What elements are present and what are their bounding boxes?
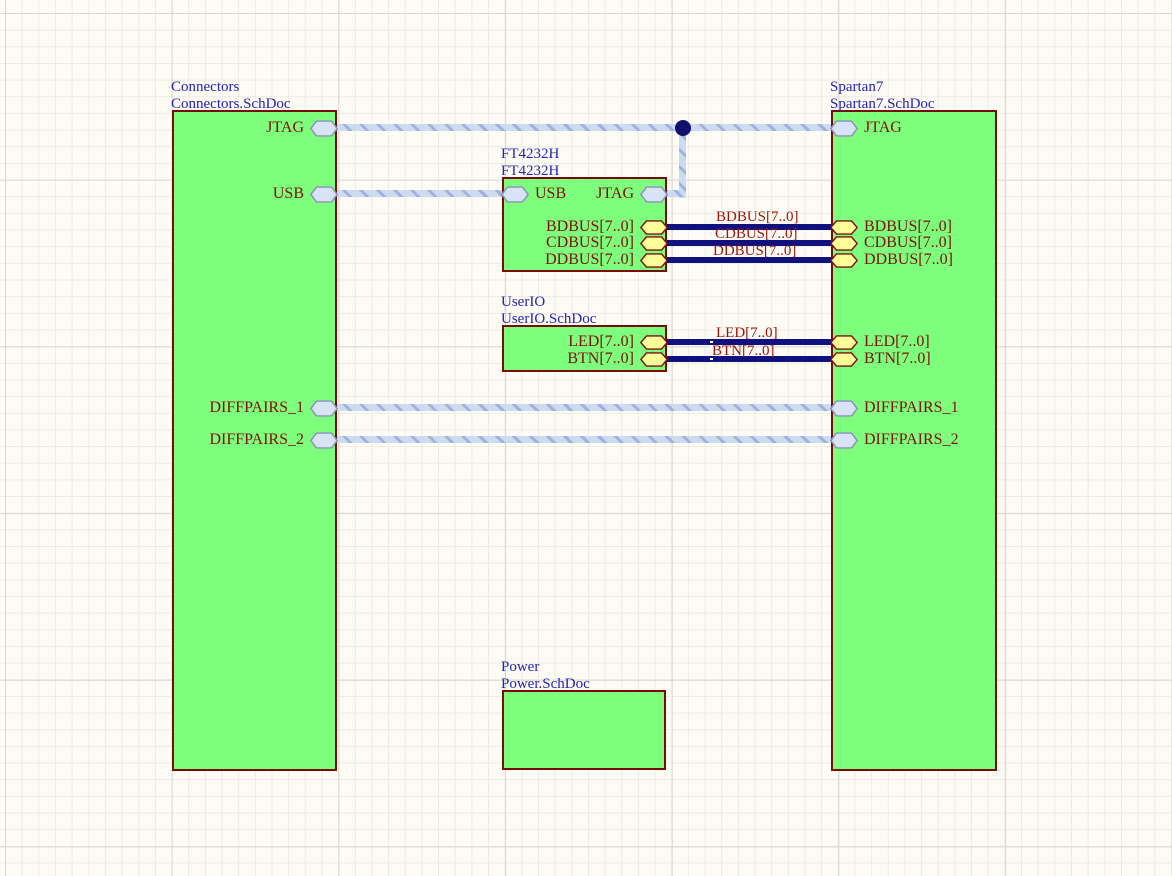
sheet-entry-shape-icon <box>830 120 858 137</box>
harness-usb[interactable] <box>336 190 502 197</box>
sheet-entry-label-jtag: JTAG <box>266 118 304 138</box>
sheet-entry-usb[interactable] <box>310 186 338 203</box>
sheet-entry-label-btn-7-0: BTN[7..0] <box>864 349 931 369</box>
sheet-entry-ddbus-7-0[interactable] <box>830 253 858 268</box>
sheet-entry-jtag[interactable] <box>830 120 858 137</box>
sheet-title-userio[interactable]: UserIOUserIO.SchDoc <box>501 294 596 327</box>
sheet-filename-text[interactable]: Power.SchDoc <box>501 676 590 693</box>
harness-jtag-main[interactable] <box>336 124 831 131</box>
sheet-entry-shape-icon <box>830 220 858 235</box>
sheet-entry-label-usb: USB <box>535 184 566 204</box>
sheet-entry-label-usb: USB <box>273 184 304 204</box>
sheet-entry-shape-icon <box>640 335 668 350</box>
harness-diffpairs-2[interactable] <box>336 436 831 443</box>
sheet-name-text[interactable]: Power <box>501 659 590 676</box>
sheet-title-spartan7[interactable]: Spartan7Spartan7.SchDoc <box>830 79 935 112</box>
net-label-btn-7-0[interactable]: BTN[7..0] <box>712 343 775 359</box>
sheet-filename-text[interactable]: Spartan7.SchDoc <box>830 96 935 113</box>
sheet-entry-shape-icon <box>640 220 668 235</box>
sheet-title-power[interactable]: PowerPower.SchDoc <box>501 659 590 692</box>
sheet-entry-diffpairs-1[interactable] <box>310 400 338 417</box>
sheet-entry-bdbus-7-0[interactable] <box>830 220 858 235</box>
sheet-entry-shape-icon <box>640 186 668 203</box>
sheet-entry-shape-icon <box>640 352 668 367</box>
harness-jtag-stub[interactable] <box>667 190 684 197</box>
sheet-entry-label-diffpairs-1: DIFFPAIRS_1 <box>864 398 959 418</box>
sheet-entry-shape-icon <box>310 186 338 203</box>
sheet-entry-label-diffpairs-1: DIFFPAIRS_1 <box>209 398 304 418</box>
sheet-entry-led-7-0[interactable] <box>640 335 668 350</box>
net-label-bdbus-7-0[interactable]: BDBUS[7..0] <box>716 209 799 225</box>
sheet-entry-diffpairs-2[interactable] <box>830 432 858 449</box>
sheet-entry-shape-icon <box>310 400 338 417</box>
net-label-led-7-0[interactable]: LED[7..0] <box>716 325 778 341</box>
sheet-entry-shape-icon <box>501 186 529 203</box>
net-label-cdbus-7-0[interactable]: CDBUS[7..0] <box>715 226 798 242</box>
sheet-entry-btn-7-0[interactable] <box>640 352 668 367</box>
sheet-entry-jtag[interactable] <box>310 120 338 137</box>
sheet-name-text[interactable]: FT4232H <box>501 146 559 163</box>
sheet-entry-btn-7-0[interactable] <box>830 352 858 367</box>
sheet-entry-label-jtag: JTAG <box>864 118 902 138</box>
sheet-name-text[interactable]: Connectors <box>171 79 291 96</box>
sheet-entry-jtag[interactable] <box>640 186 668 203</box>
sheet-symbol-power[interactable] <box>502 690 666 770</box>
junction-dot <box>675 120 691 136</box>
sheet-entry-shape-icon <box>830 236 858 251</box>
sheet-entry-shape-icon <box>830 400 858 417</box>
sheet-name-text[interactable]: Spartan7 <box>830 79 935 96</box>
sheet-entry-shape-icon <box>830 335 858 350</box>
sheet-title-connectors[interactable]: ConnectorsConnectors.SchDoc <box>171 79 291 112</box>
schematic-canvas: BDBUS[7..0]CDBUS[7..0]DDBUS[7..0]LED[7..… <box>0 0 1172 876</box>
bus-marker <box>710 337 713 348</box>
sheet-entry-diffpairs-1[interactable] <box>830 400 858 417</box>
sheet-entry-bdbus-7-0[interactable] <box>640 220 668 235</box>
net-label-ddbus-7-0[interactable]: DDBUS[7..0] <box>713 243 796 259</box>
sheet-entry-ddbus-7-0[interactable] <box>640 253 668 268</box>
sheet-entry-label-ddbus-7-0: DDBUS[7..0] <box>545 250 634 270</box>
sheet-name-text[interactable]: UserIO <box>501 294 596 311</box>
sheet-entry-led-7-0[interactable] <box>830 335 858 350</box>
sheet-entry-cdbus-7-0[interactable] <box>640 236 668 251</box>
harness-diffpairs-1[interactable] <box>336 404 831 411</box>
sheet-entry-label-diffpairs-2: DIFFPAIRS_2 <box>209 430 304 450</box>
sheet-filename-text[interactable]: Connectors.SchDoc <box>171 96 291 113</box>
harness-jtag-drop[interactable] <box>679 128 686 198</box>
sheet-entry-shape-icon <box>640 236 668 251</box>
sheet-filename-text[interactable]: FT4232H <box>501 163 559 180</box>
sheet-entry-shape-icon <box>830 352 858 367</box>
sheet-entry-diffpairs-2[interactable] <box>310 432 338 449</box>
bus-marker <box>710 354 713 365</box>
sheet-title-ft4232h[interactable]: FT4232HFT4232H <box>501 146 559 179</box>
sheet-entry-label-btn-7-0: BTN[7..0] <box>567 349 634 369</box>
sheet-entry-label-diffpairs-2: DIFFPAIRS_2 <box>864 430 959 450</box>
sheet-entry-shape-icon <box>310 432 338 449</box>
sheet-entry-shape-icon <box>830 432 858 449</box>
sheet-entry-usb[interactable] <box>501 186 529 203</box>
sheet-entry-label-jtag: JTAG <box>596 184 634 204</box>
sheet-entry-label-ddbus-7-0: DDBUS[7..0] <box>864 250 953 270</box>
sheet-entry-shape-icon <box>310 120 338 137</box>
sheet-entry-shape-icon <box>830 253 858 268</box>
sheet-entry-shape-icon <box>640 253 668 268</box>
sheet-entry-cdbus-7-0[interactable] <box>830 236 858 251</box>
sheet-filename-text[interactable]: UserIO.SchDoc <box>501 311 596 328</box>
